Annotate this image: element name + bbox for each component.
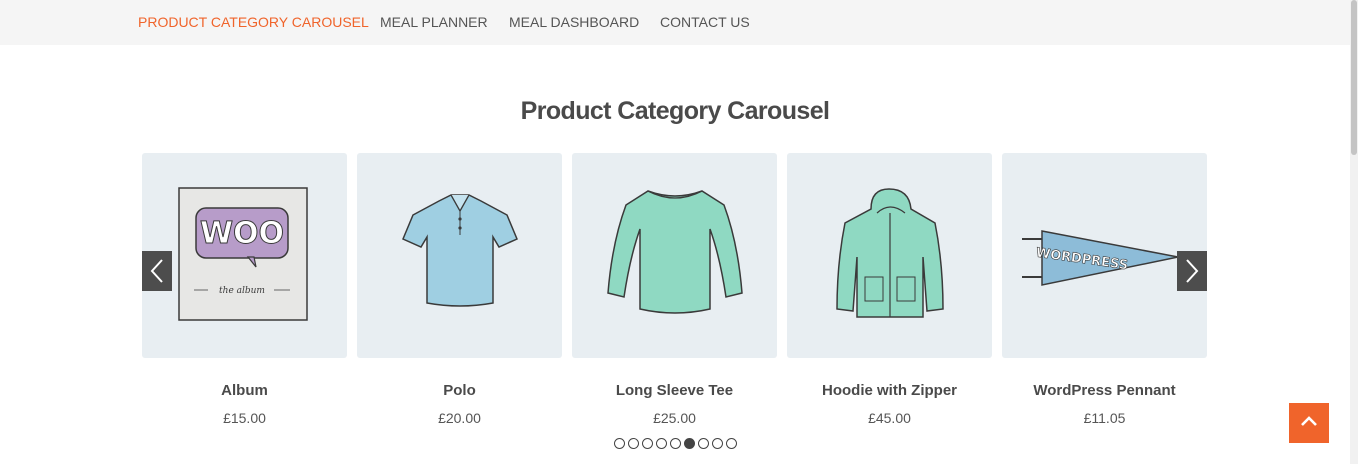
carousel-next-button[interactable] bbox=[1177, 251, 1207, 291]
product-image-long-sleeve-tee[interactable] bbox=[572, 153, 777, 358]
product-card-long-sleeve-tee[interactable]: Long Sleeve Tee £25.00 bbox=[572, 153, 777, 426]
carousel-dot[interactable] bbox=[642, 438, 653, 449]
album-image-subtext: the album bbox=[219, 286, 265, 296]
page-scrollbar[interactable] bbox=[1350, 0, 1358, 464]
chevron-up-icon bbox=[1300, 414, 1318, 432]
product-price: £45.00 bbox=[868, 410, 911, 426]
product-price: £20.00 bbox=[438, 410, 481, 426]
carousel-dot[interactable] bbox=[726, 438, 737, 449]
product-card-hoodie-with-zipper[interactable]: Hoodie with Zipper £45.00 bbox=[787, 153, 992, 426]
scrollbar-thumb[interactable] bbox=[1351, 0, 1357, 155]
carousel-dot[interactable] bbox=[670, 438, 681, 449]
top-navigation: PRODUCT CATEGORY CAROUSEL MEAL PLANNER M… bbox=[0, 0, 1350, 45]
product-name[interactable]: Hoodie with Zipper bbox=[787, 382, 992, 399]
product-image-hoodie-with-zipper[interactable] bbox=[787, 153, 992, 358]
nav-item-contact-us[interactable]: CONTACT US bbox=[660, 14, 750, 30]
product-price: £25.00 bbox=[653, 410, 696, 426]
carousel-dot[interactable] bbox=[684, 438, 695, 449]
carousel-dot[interactable] bbox=[712, 438, 723, 449]
carousel-prev-button[interactable] bbox=[142, 251, 172, 291]
product-card-album[interactable]: WOO the album Album £15.00 bbox=[142, 153, 347, 426]
product-price: £15.00 bbox=[223, 410, 266, 426]
nav-item-product-category-carousel[interactable]: PRODUCT CATEGORY CAROUSEL bbox=[138, 14, 369, 30]
album-image-text: WOO bbox=[200, 216, 284, 251]
page-title: Product Category Carousel bbox=[520, 97, 830, 125]
chevron-left-icon bbox=[149, 258, 165, 284]
carousel-dot[interactable] bbox=[614, 438, 625, 449]
product-image-album[interactable]: WOO the album bbox=[142, 153, 347, 358]
nav-item-meal-planner[interactable]: MEAL PLANNER bbox=[380, 14, 488, 30]
carousel-dot[interactable] bbox=[698, 438, 709, 449]
product-image-polo[interactable] bbox=[357, 153, 562, 358]
product-name[interactable]: Polo bbox=[357, 382, 562, 399]
carousel-dot[interactable] bbox=[628, 438, 639, 449]
product-card-polo[interactable]: Polo £20.00 bbox=[357, 153, 562, 426]
carousel-dot[interactable] bbox=[656, 438, 667, 449]
product-price: £11.05 bbox=[1083, 410, 1126, 426]
carousel-pagination bbox=[614, 438, 737, 449]
nav-item-meal-dashboard[interactable]: MEAL DASHBOARD bbox=[509, 14, 639, 30]
scroll-to-top-button[interactable] bbox=[1289, 403, 1329, 443]
product-name[interactable]: Long Sleeve Tee bbox=[572, 382, 777, 399]
product-name[interactable]: Album bbox=[142, 382, 347, 399]
product-name[interactable]: WordPress Pennant bbox=[1002, 382, 1207, 399]
chevron-right-icon bbox=[1184, 258, 1200, 284]
